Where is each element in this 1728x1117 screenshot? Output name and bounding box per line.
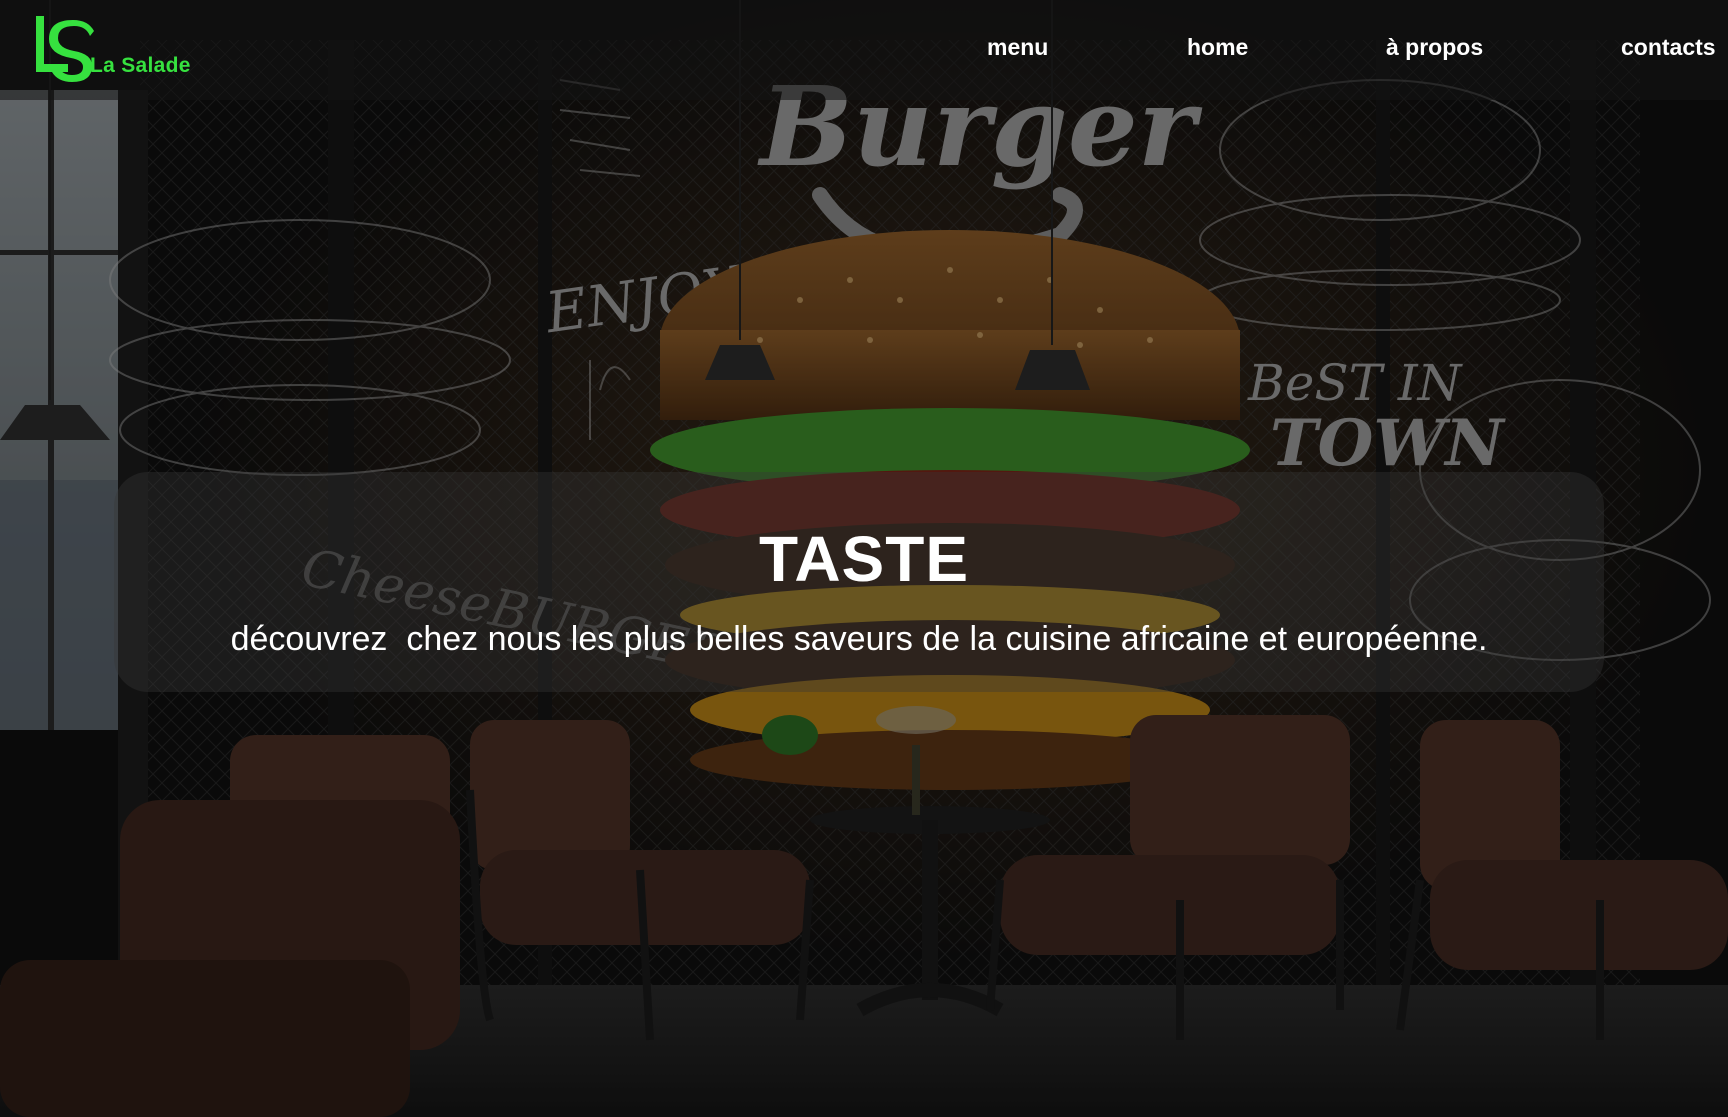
site-header: La Salade menu home à propos contacts [0, 0, 1728, 100]
nav-link-menu[interactable]: menu [987, 34, 1048, 61]
nav-link-home[interactable]: home [1187, 34, 1248, 61]
hero-card: TASTE découvrez chez nous les plus belle… [114, 472, 1604, 692]
nav-link-contacts[interactable]: contacts [1621, 34, 1716, 61]
main-nav: menu home à propos contacts [0, 34, 1728, 68]
hero-subtitle: découvrez chez nous les plus belles save… [230, 620, 1488, 658]
hero-title: TASTE [758, 523, 970, 595]
nav-link-a-propos[interactable]: à propos [1386, 34, 1483, 61]
